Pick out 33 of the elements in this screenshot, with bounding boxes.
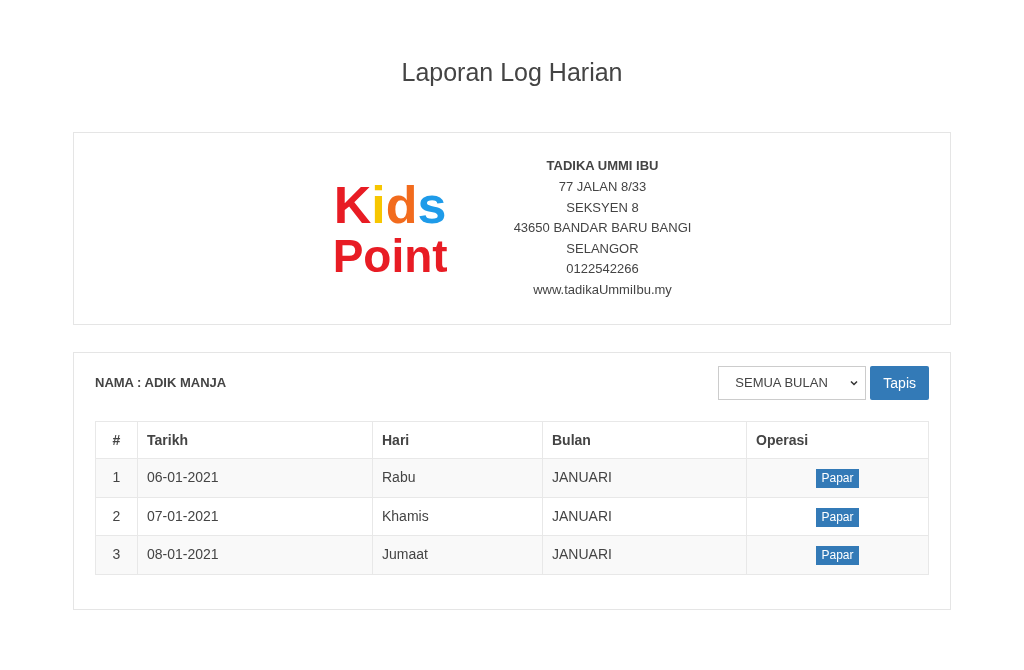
filter-button[interactable]: Tapis [870,366,929,400]
column-header: Bulan [542,421,747,459]
month-select[interactable]: SEMUA BULAN [718,366,867,400]
table-cell: JANUARI [542,497,747,536]
address-line: 0122542266 [566,260,639,279]
logo: Kids Point [332,178,449,279]
table-cell: JANUARI [542,458,747,497]
table-cell: JANUARI [542,535,747,574]
table-cell: Jumaat [372,535,543,574]
address-line: www.tadikaUmmiIbu.my [533,281,672,299]
student-name: NAMA : ADIK MANJA [95,374,227,393]
address-line: SELANGOR [566,239,639,258]
view-button[interactable]: Papar [816,507,859,527]
column-header: Hari [372,421,543,459]
table-cell: 06-01-2021 [137,458,373,497]
address-line: 77 JALAN 8/33 [558,178,647,196]
table-cell: 1 [95,458,138,497]
table-cell: 3 [95,535,138,574]
chevron-down-icon [849,378,860,388]
table-cell: 2 [95,497,138,536]
column-header: Tarikh [137,421,373,459]
view-button[interactable]: Papar [816,469,859,489]
table-cell: Rabu [372,458,543,497]
page-title: Laporan Log Harian [401,57,623,88]
address-line: TADIKA UMMI IBU [546,157,659,176]
column-header: # [95,421,138,459]
address-line: 43650 BANDAR BARU BANGI [513,219,692,238]
table-cell: 08-01-2021 [137,535,373,574]
view-button[interactable]: Papar [816,546,859,566]
table-cell: 07-01-2021 [137,497,373,536]
column-header: Operasi [746,421,929,459]
address-line: SEKSYEN 8 [566,198,639,217]
table-cell: Khamis [372,497,543,536]
